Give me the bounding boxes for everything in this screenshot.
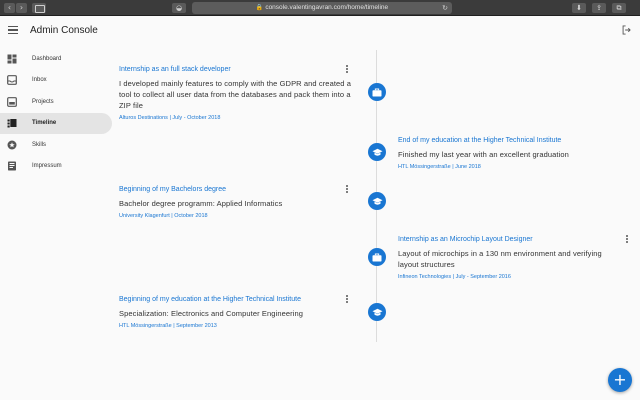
more-options-icon[interactable] xyxy=(345,185,349,195)
timeline-card-title[interactable]: Internship as an full stack developer xyxy=(119,66,354,73)
more-options-icon[interactable] xyxy=(345,295,349,305)
sidebar-item-dashboard[interactable]: Dashboard xyxy=(0,48,112,70)
app-bar: Admin Console xyxy=(0,16,640,46)
sidebar-item-label: Impressum xyxy=(32,163,62,170)
dashboard-icon xyxy=(7,54,17,64)
sidebar-item-label: Projects xyxy=(32,98,54,105)
timeline-card-title[interactable]: Beginning of my Bachelors degree xyxy=(119,186,354,193)
timeline-card-meta[interactable]: Infineon Technologies | July - September… xyxy=(398,274,623,280)
timeline-card-description: Layout of microchips in a 130 nm environ… xyxy=(398,249,602,269)
briefcase-icon xyxy=(372,88,382,96)
sidebar-item-label: Dashboard xyxy=(32,55,62,62)
sidebar-item-impressum[interactable]: Impressum xyxy=(0,156,112,178)
timeline-card: Beginning of my Bachelors degree Bachelo… xyxy=(119,186,354,219)
sidebar-item-skills[interactable]: Skills xyxy=(0,134,112,156)
browser-toolbar: ‹ › ◒ 🔒 console.valentingavran.com/home/t… xyxy=(0,0,640,16)
share-icon[interactable]: ⇪ xyxy=(592,3,606,13)
forward-icon[interactable]: › xyxy=(16,3,27,13)
timeline-card-description: I developed mainly features to comply wi… xyxy=(119,79,352,110)
timeline-node xyxy=(368,303,386,321)
timeline-card: Internship as an full stack developer I … xyxy=(119,66,354,121)
timeline-card-title[interactable]: Beginning of my education at the Higher … xyxy=(119,296,354,303)
timeline-card: Internship as an Microchip Layout Design… xyxy=(398,236,623,280)
timeline-node xyxy=(368,83,386,101)
timeline-card-meta[interactable]: HTL Mössingerstraße | June 2018 xyxy=(398,164,628,170)
lock-icon: 🔒 xyxy=(255,5,264,11)
address-bar[interactable]: 🔒 console.valentingavran.com/home/timelin… xyxy=(192,2,452,14)
sidebar-item-label: Skills xyxy=(32,141,47,148)
timeline-card-description: Bachelor degree programm: Applied Inform… xyxy=(119,199,283,208)
timeline-card-title[interactable]: Internship as an Microchip Layout Design… xyxy=(398,236,623,243)
timeline-card-meta[interactable]: Alturos Destinations | July - October 20… xyxy=(119,115,354,121)
more-options-icon[interactable] xyxy=(625,235,629,245)
graduation-cap-icon xyxy=(372,148,382,156)
download-icon[interactable]: ⬇ xyxy=(572,3,586,13)
sidebar-item-label: Inbox xyxy=(32,77,47,84)
sidebar-item-label: Timeline xyxy=(32,120,57,127)
reload-icon[interactable]: ↻ xyxy=(442,2,448,14)
timeline-node xyxy=(368,248,386,266)
star-icon xyxy=(7,140,17,150)
book-icon xyxy=(8,161,16,171)
timeline-card-description: Finished my last year with an excellent … xyxy=(398,150,569,159)
sidebar-item-inbox[interactable]: Inbox xyxy=(0,70,112,92)
sidebar-item-projects[interactable]: Projects xyxy=(0,91,112,113)
timeline-node xyxy=(368,192,386,210)
add-button[interactable]: + xyxy=(608,368,632,392)
timeline-card-description: Specialization: Electronics and Computer… xyxy=(119,309,304,318)
inbox-icon xyxy=(7,75,17,86)
timeline-node xyxy=(368,143,386,161)
browser-sidebar-icon[interactable] xyxy=(32,3,46,13)
sidebar-item-timeline[interactable]: Timeline xyxy=(0,112,112,134)
timeline-card-title[interactable]: End of my education at the Higher Techni… xyxy=(398,137,628,144)
timeline-icon xyxy=(7,119,17,128)
back-icon[interactable]: ‹ xyxy=(4,3,15,13)
briefcase-icon xyxy=(372,253,382,261)
tabs-icon[interactable]: ⧉ xyxy=(612,3,626,13)
graduation-cap-icon xyxy=(372,197,382,205)
menu-icon[interactable] xyxy=(8,26,18,34)
graduation-cap-icon xyxy=(372,308,382,316)
app-title: Admin Console xyxy=(30,25,98,36)
projects-icon xyxy=(7,96,17,107)
timeline-card: End of my education at the Higher Techni… xyxy=(398,137,628,170)
url-text: console.valentingavran.com/home/timeline xyxy=(265,4,389,11)
timeline-card: Beginning of my education at the Higher … xyxy=(119,296,354,329)
privacy-shield-icon[interactable]: ◒ xyxy=(172,3,186,13)
sidebar: Dashboard Inbox Projects Timeline Skills xyxy=(0,48,112,177)
more-options-icon[interactable] xyxy=(345,65,349,75)
timeline-card-meta[interactable]: HTL Mössingerstraße | September 2013 xyxy=(119,323,354,329)
logout-icon[interactable] xyxy=(622,25,631,35)
timeline-card-meta[interactable]: University Klagenfurt | October 2018 xyxy=(119,213,354,219)
